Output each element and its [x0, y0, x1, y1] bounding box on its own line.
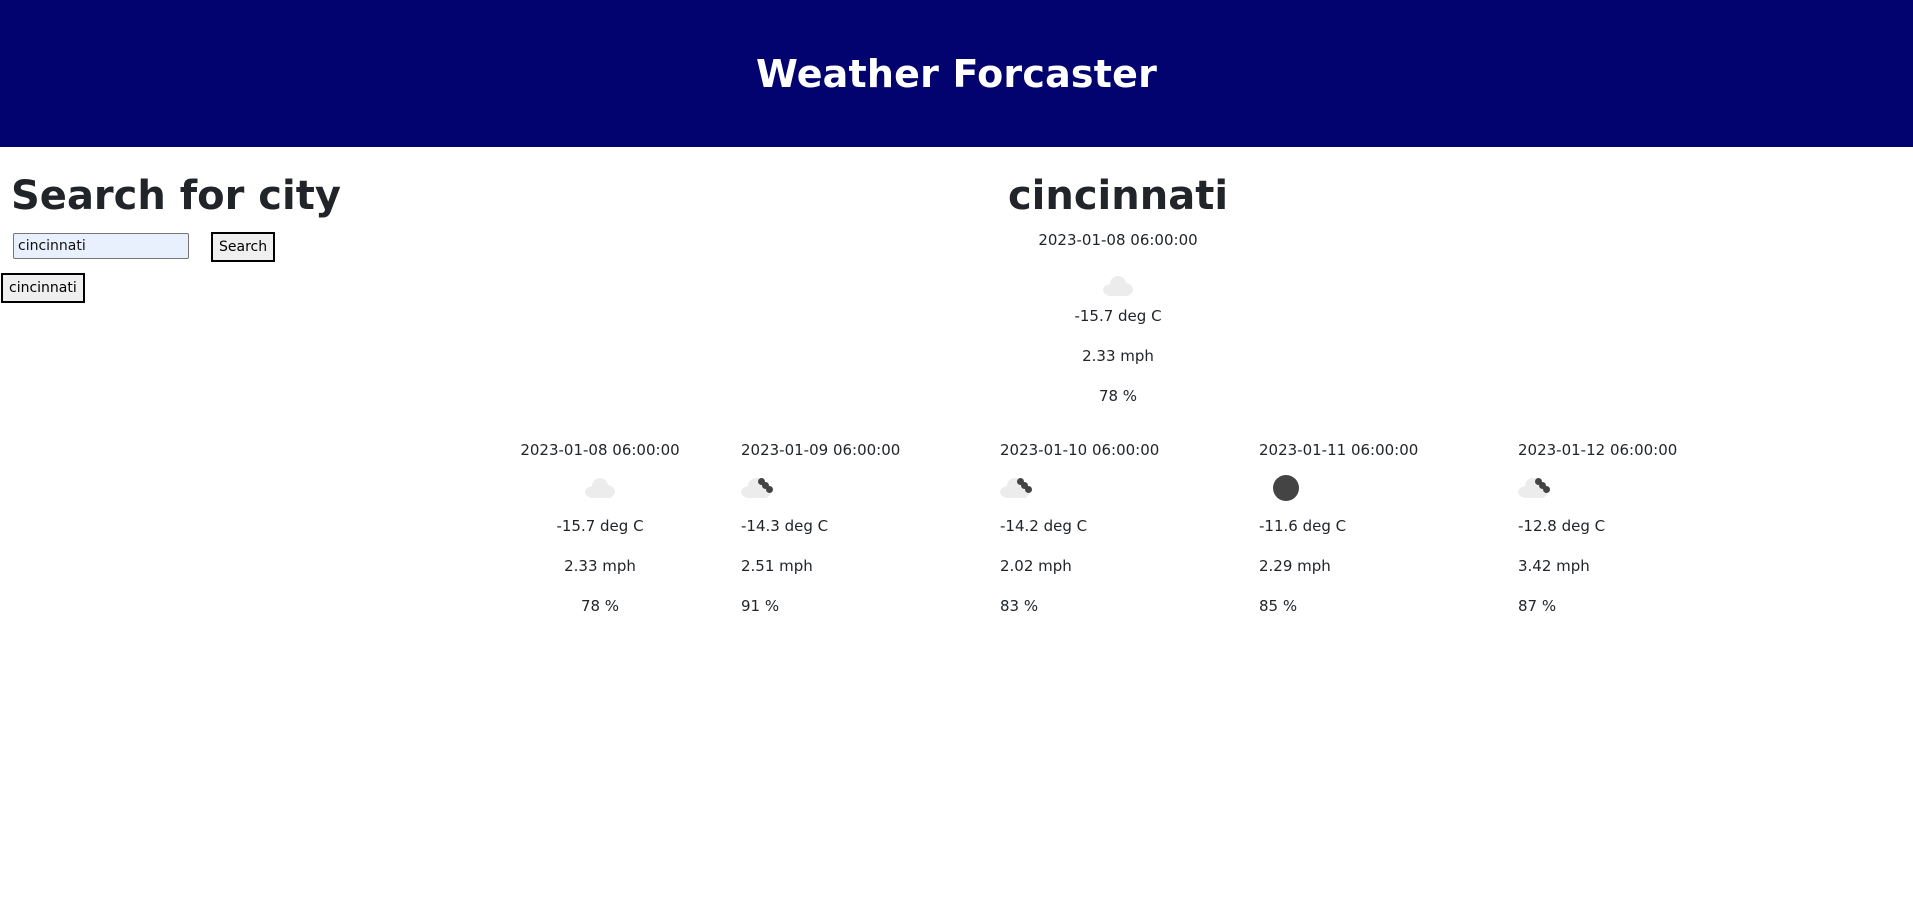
city-search-input[interactable]	[13, 233, 189, 259]
snow-cloud-icon	[1518, 478, 1550, 498]
forecast-temp: -14.3 deg C	[741, 517, 829, 535]
snow-cloud-icon	[741, 478, 773, 498]
forecast-day: 2023-01-09 06:00:00 -14.3 deg C 2.51 mph…	[741, 438, 941, 618]
forecast-temp: -11.6 deg C	[1259, 517, 1347, 535]
forecast-temp: -14.2 deg C	[1000, 517, 1088, 535]
search-button[interactable]: Search	[211, 232, 276, 262]
forecast-wind: 2.33 mph	[564, 557, 636, 575]
current-city-name: cincinnati	[1007, 173, 1229, 219]
search-title: Search for city	[11, 173, 341, 219]
app-header: Weather Forcaster	[0, 0, 1913, 147]
forecast-date: 2023-01-09 06:00:00	[741, 441, 901, 459]
forecast-wind: 3.42 mph	[1518, 557, 1590, 575]
forecast-temp: -15.7 deg C	[556, 517, 644, 535]
snow-cloud-icon	[1000, 478, 1032, 498]
forecast-wind: 2.29 mph	[1259, 557, 1331, 575]
app-title: Weather Forcaster	[755, 51, 1158, 96]
forecast-day: 2023-01-10 06:00:00 -14.2 deg C 2.02 mph…	[1000, 438, 1200, 618]
forecast-humidity: 91 %	[741, 597, 780, 615]
forecast-date: 2023-01-11 06:00:00	[1259, 441, 1419, 459]
current-temp: -15.7 deg C	[1074, 307, 1162, 325]
forecast-temp: -12.8 deg C	[1518, 517, 1606, 535]
forecast-wind: 2.02 mph	[1000, 557, 1072, 575]
current-weather: 2023-01-08 06:00:00 -15.7 deg C 2.33 mph…	[1018, 228, 1218, 408]
forecast-humidity: 85 %	[1259, 597, 1298, 615]
current-humidity: 78 %	[1098, 387, 1138, 405]
forecast-date: 2023-01-08 06:00:00	[520, 441, 680, 459]
forecast-day: 2023-01-08 06:00:00 -15.7 deg C 2.33 mph…	[500, 438, 700, 618]
cloud-icon	[585, 478, 615, 498]
forecast-day: 2023-01-12 06:00:00 -12.8 deg C 3.42 mph…	[1518, 438, 1718, 618]
forecast-date: 2023-01-12 06:00:00	[1518, 441, 1678, 459]
current-date: 2023-01-08 06:00:00	[1038, 231, 1198, 249]
forecast-humidity: 87 %	[1518, 597, 1557, 615]
history-button-cincinnati[interactable]: cincinnati	[1, 273, 85, 303]
cloud-icon	[1103, 276, 1133, 296]
current-wind: 2.33 mph	[1082, 347, 1154, 365]
forecast-day: 2023-01-11 06:00:00 -11.6 deg C 2.29 mph…	[1259, 438, 1459, 618]
forecast-humidity: 78 %	[580, 597, 620, 615]
dark-circle-icon	[1273, 475, 1299, 501]
forecast-humidity: 83 %	[1000, 597, 1039, 615]
forecast-wind: 2.51 mph	[741, 557, 813, 575]
forecast-date: 2023-01-10 06:00:00	[1000, 441, 1160, 459]
